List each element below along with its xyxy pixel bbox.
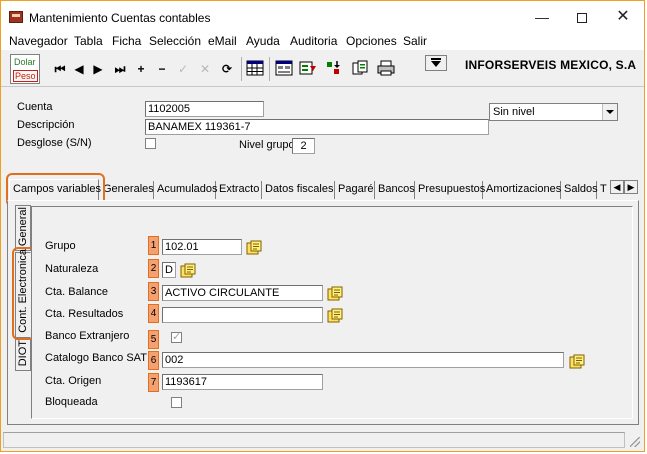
cta-origen-input[interactable]: 1193617 (162, 374, 323, 390)
print-icon[interactable] (377, 60, 395, 76)
tab-pagare[interactable]: Pagaré (335, 181, 375, 199)
cancel-edit-icon[interactable]: ✕ (196, 60, 214, 78)
menu-tabla[interactable]: Tabla (74, 34, 103, 48)
menu-navegador[interactable]: Navegador (9, 34, 68, 48)
menu-bar: Navegador Tabla Ficha Selección eMail Ay… (1, 32, 644, 50)
field-number-badge: 2 (148, 259, 159, 278)
tab-presupuestos[interactable]: Presupuestos (415, 181, 485, 199)
cuenta-input[interactable]: 1102005 (145, 101, 264, 117)
field-number-badge: 7 (148, 373, 159, 392)
cta-balance-input[interactable]: ACTIVO CIRCULANTE (162, 285, 323, 301)
field-number-badge: 4 (148, 304, 159, 323)
grupo-input[interactable]: 102.01 (162, 239, 242, 255)
insert-record-icon[interactable]: + (132, 60, 150, 78)
dropdown-bar-icon (431, 58, 441, 60)
cuenta-label: Cuenta (17, 101, 53, 113)
field-number-badge: 6 (148, 351, 159, 370)
toolbar: Dolar Peso ⏮ ◀ ▶ ⏭ + − ✓ ✕ ⟳ INFORSERVEI… (1, 51, 644, 87)
vtab-general-label: General (17, 206, 29, 246)
catalogo-banco-sat-label: Catalogo Banco SAT (45, 352, 147, 364)
currency-peso-label: Peso (13, 70, 38, 82)
grid-view-icon[interactable] (246, 60, 264, 76)
title-bar: Mantenimiento Cuentas contables — ✕ (1, 1, 644, 33)
tab-saldos[interactable]: Saldos (561, 181, 598, 199)
tab-bancos[interactable]: Bancos (375, 181, 415, 199)
nivel-grupo-input[interactable]: 2 (292, 138, 315, 154)
refresh-icon[interactable]: ⟳ (218, 60, 236, 78)
app-window: Mantenimiento Cuentas contables — ✕ Nave… (0, 0, 645, 452)
lookup-icon[interactable] (569, 354, 585, 369)
lookup-icon[interactable] (327, 286, 343, 301)
menu-ayuda[interactable]: Ayuda (246, 34, 280, 48)
lookup-icon[interactable] (327, 308, 343, 323)
vtab-diot-label: DIOT (17, 339, 29, 366)
filter-icon[interactable] (299, 60, 317, 76)
desglose-label: Desglose (S/N) (17, 137, 92, 149)
prev-record-icon[interactable]: ◀ (70, 60, 88, 78)
tab-amortizaciones[interactable]: Amortizaciones (483, 181, 561, 199)
menu-seleccion[interactable]: Selección (149, 34, 201, 48)
menu-email[interactable]: eMail (208, 34, 237, 48)
tab-scroll-left-icon[interactable]: ◀ (610, 180, 624, 194)
toolbar-separator (269, 57, 270, 81)
tab-generales[interactable]: Generales (100, 181, 154, 199)
field-number-badge: 5 (148, 330, 159, 349)
company-name: INFORSERVEIS MEXICO, S.A (465, 58, 637, 72)
resize-grip-icon[interactable] (630, 437, 640, 447)
next-record-icon[interactable]: ▶ (89, 60, 107, 78)
status-bar (1, 429, 644, 451)
cta-resultados-input[interactable] (162, 307, 323, 323)
descripcion-label: Descripción (17, 119, 75, 131)
delete-record-icon[interactable]: − (153, 60, 171, 78)
lookup-icon[interactable] (180, 263, 196, 278)
grupo-label: Grupo (45, 240, 76, 252)
banco-extranjero-label: Banco Extranjero (45, 330, 130, 342)
cta-origen-label: Cta. Origen (45, 375, 102, 387)
naturaleza-input[interactable]: D (162, 262, 176, 278)
lookup-icon[interactable] (246, 240, 262, 255)
bloqueada-checkbox[interactable] (171, 397, 182, 408)
descripcion-input[interactable]: BANAMEX 119361-7 (145, 119, 489, 135)
menu-opciones[interactable]: Opciones (346, 34, 397, 48)
tab-more[interactable]: T (597, 181, 611, 199)
tab-datos-fiscales[interactable]: Datos fiscales (262, 181, 335, 199)
nivel-select-value: Sin nivel (493, 106, 535, 118)
chevron-down-icon (602, 104, 617, 120)
currency-dolar-label: Dolar (14, 57, 36, 67)
currency-toggle[interactable]: Dolar Peso (10, 54, 40, 84)
field-number-badge: 1 (148, 236, 159, 255)
window-title: Mantenimiento Cuentas contables (29, 11, 211, 25)
vtab-diot[interactable]: DIOT (15, 339, 31, 371)
maximize-button[interactable] (559, 5, 605, 29)
tab-acumulados[interactable]: Acumulados (154, 181, 218, 199)
naturaleza-label: Naturaleza (45, 263, 99, 275)
desglose-checkbox[interactable] (145, 138, 156, 149)
cta-balance-label: Cta. Balance (45, 286, 108, 298)
toolbar-separator (241, 57, 242, 81)
tab-extracto[interactable]: Extracto (216, 181, 262, 199)
bloqueada-label: Bloqueada (45, 396, 98, 408)
first-record-icon[interactable]: ⏮ (51, 60, 69, 78)
form-view-icon[interactable] (275, 60, 293, 76)
copy-records-icon[interactable] (351, 60, 369, 76)
status-cell (3, 432, 625, 448)
menu-salir[interactable]: Salir (403, 34, 427, 48)
menu-auditoria[interactable]: Auditoria (290, 34, 337, 48)
nivel-select[interactable]: Sin nivel (489, 103, 618, 121)
vtab-general[interactable]: General (15, 205, 31, 251)
maximize-icon (577, 13, 587, 24)
cta-resultados-label: Cta. Resultados (45, 308, 124, 320)
banco-extranjero-checkbox[interactable] (171, 330, 182, 343)
app-icon (9, 11, 23, 23)
field-number-badge: 3 (148, 282, 159, 301)
catalogo-banco-sat-input[interactable]: 002 (162, 352, 564, 368)
menu-ficha[interactable]: Ficha (112, 34, 141, 48)
tab-scroll-right-icon[interactable]: ▶ (624, 180, 638, 194)
last-record-icon[interactable]: ⏭ (111, 60, 129, 78)
close-button[interactable]: ✕ (600, 5, 646, 29)
post-edit-icon[interactable]: ✓ (174, 60, 192, 78)
sort-icon[interactable] (325, 60, 343, 76)
nivel-grupo-label: Nivel grupo (239, 139, 295, 151)
company-selector-button[interactable] (425, 55, 447, 71)
